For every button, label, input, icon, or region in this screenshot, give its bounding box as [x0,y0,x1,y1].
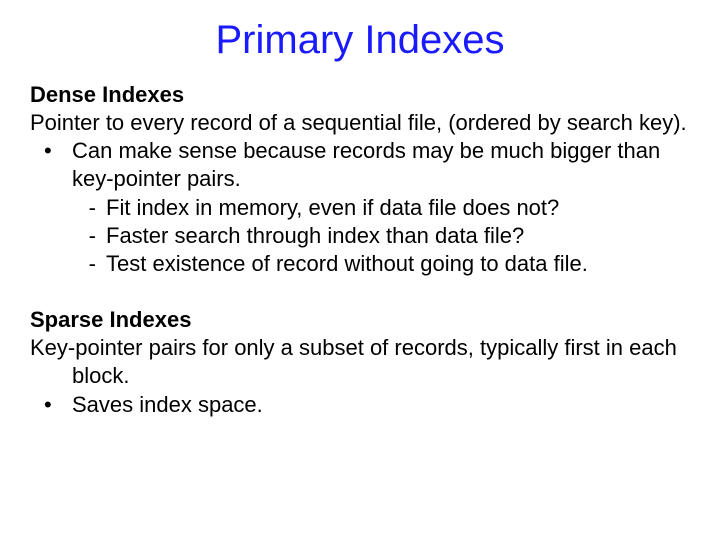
dense-sub-3-text: Test existence of record without going t… [106,250,690,278]
dense-sub-2-text: Faster search through index than data fi… [106,222,690,250]
dense-intro: Pointer to every record of a sequential … [30,109,690,137]
dense-sub-3: - Test existence of record without going… [30,250,690,278]
dash-icon: - [30,222,106,250]
dense-sub-2: - Faster search through index than data … [30,222,690,250]
dense-bullet-text: Can make sense because records may be mu… [72,137,690,193]
dash-icon: - [30,194,106,222]
bullet-icon: • [30,137,72,193]
dense-sub-1-text: Fit index in memory, even if data file d… [106,194,690,222]
sparse-bullet: • Saves index space. [30,391,690,419]
bullet-icon: • [30,391,72,419]
sparse-intro: Key-pointer pairs for only a subset of r… [30,334,690,390]
sparse-bullet-text: Saves index space. [72,391,690,419]
dense-heading: Dense Indexes [30,81,690,109]
sparse-heading: Sparse Indexes [30,306,690,334]
dense-sub-1: - Fit index in memory, even if data file… [30,194,690,222]
dense-bullet: • Can make sense because records may be … [30,137,690,193]
dash-icon: - [30,250,106,278]
slide-title: Primary Indexes [30,18,690,63]
